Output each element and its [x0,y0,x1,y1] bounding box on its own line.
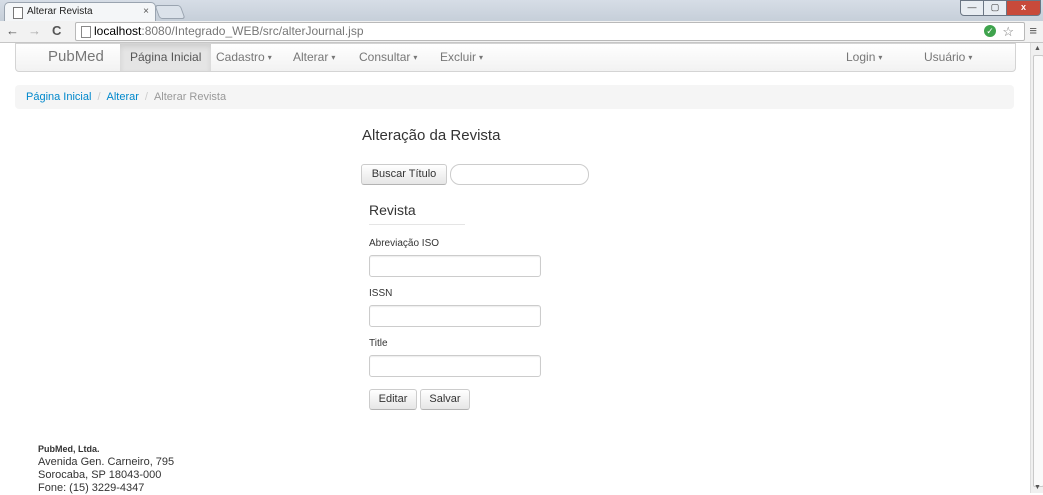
search-title-input[interactable] [450,164,589,185]
url-text: localhost:8080/Integrado_WEB/src/alterJo… [94,23,364,40]
breadcrumb-separator: / [144,91,148,103]
nav-item-pagina-inicial[interactable]: Página Inicial [120,44,212,71]
vertical-scrollbar[interactable]: ▲ ▼ [1030,43,1043,493]
nav-item-usuario[interactable]: Usuário ▾ [914,44,982,71]
caret-down-icon: ▾ [878,53,883,63]
url-host: localhost [94,24,142,38]
issn-label: ISSN [369,288,393,299]
extension-shield-icon[interactable]: ✓ [984,25,996,37]
scrollbar-thumb[interactable] [1033,55,1043,487]
caret-down-icon: ▾ [968,53,973,63]
new-tab-button[interactable] [154,5,186,19]
browser-menu-icon[interactable]: ≡ [1029,23,1037,38]
tab-close-icon[interactable]: × [143,3,149,21]
browser-tab-strip: Alterar Revista × — ▢ x [0,0,1043,22]
nav-item-label: Alterar [293,50,329,64]
search-title-button[interactable]: Buscar Título [361,164,447,185]
breadcrumb: Página Inicial / Alterar / Alterar Revista [15,85,1014,109]
nav-item-login[interactable]: Login ▾ [836,44,892,71]
iso-abbreviation-input[interactable] [369,255,541,277]
browser-tab[interactable]: Alterar Revista × [4,2,156,22]
nav-item-excluir[interactable]: Excluir ▾ [430,44,493,71]
brand-logo[interactable]: PubMed [48,48,104,65]
breadcrumb-section-link[interactable]: Alterar [107,91,139,103]
scroll-down-icon[interactable]: ▼ [1034,484,1041,491]
nav-item-label: Consultar [359,50,411,64]
caret-down-icon: ▾ [479,53,484,63]
breadcrumb-separator: / [97,91,101,103]
window-close-button[interactable]: x [1006,0,1041,16]
nav-item-label: Cadastro [216,50,265,64]
nav-item-label: Página Inicial [130,50,202,64]
save-button[interactable]: Salvar [420,389,470,410]
tab-title: Alterar Revista [27,6,93,17]
nav-item-label: Excluir [440,50,477,64]
bookmark-star-icon[interactable]: ☆ [1002,23,1014,40]
nav-item-consultar[interactable]: Consultar ▾ [349,44,427,71]
issn-input[interactable] [369,305,541,327]
scroll-up-icon[interactable]: ▲ [1034,45,1041,52]
page-title: Alteração da Revista [362,127,501,144]
back-arrow-icon[interactable]: ← [6,23,19,39]
form-legend: Revista [369,200,465,225]
nav-item-label: Usuário [924,50,966,64]
caret-down-icon: ▾ [413,53,418,63]
edit-button[interactable]: Editar [369,389,417,410]
footer-phone: Fone: (15) 3229-4347 [38,482,145,494]
url-path: :8080/Integrado_WEB/src/alterJournal.jsp [141,24,364,38]
footer-city: Sorocaba, SP 18043-000 [38,469,162,481]
breadcrumb-current: Alterar Revista [153,91,227,103]
forward-arrow-icon[interactable]: → [28,23,41,39]
site-navbar: PubMed Página Inicial Cadastro ▾ Alterar ▾… [15,43,1016,72]
nav-item-cadastro[interactable]: Cadastro ▾ [206,44,282,71]
reload-icon[interactable]: C [52,23,61,39]
page-info-icon[interactable] [81,26,91,38]
browser-toolbar: ← → C localhost:8080/Integrado_WEB/src/a… [0,21,1043,43]
breadcrumb-home-link[interactable]: Página Inicial [26,91,91,103]
title-label: Title [369,338,388,349]
page-icon [13,7,23,19]
iso-abbreviation-label: Abreviação ISO [369,238,440,249]
footer-company: PubMed, Ltda. [38,444,100,454]
caret-down-icon: ▾ [331,53,336,63]
title-input[interactable] [369,355,541,377]
footer-street: Avenida Gen. Carneiro, 795 [38,456,175,468]
window-minimize-button[interactable]: — [960,0,984,16]
address-bar[interactable]: localhost:8080/Integrado_WEB/src/alterJo… [75,22,1025,41]
nav-item-label: Login [846,50,876,64]
nav-item-alterar[interactable]: Alterar ▾ [283,44,345,71]
footer-address: PubMed, Ltda. Avenida Gen. Carneiro, 795… [38,443,174,495]
window-maximize-button[interactable]: ▢ [983,0,1007,16]
caret-down-icon: ▾ [267,53,272,63]
